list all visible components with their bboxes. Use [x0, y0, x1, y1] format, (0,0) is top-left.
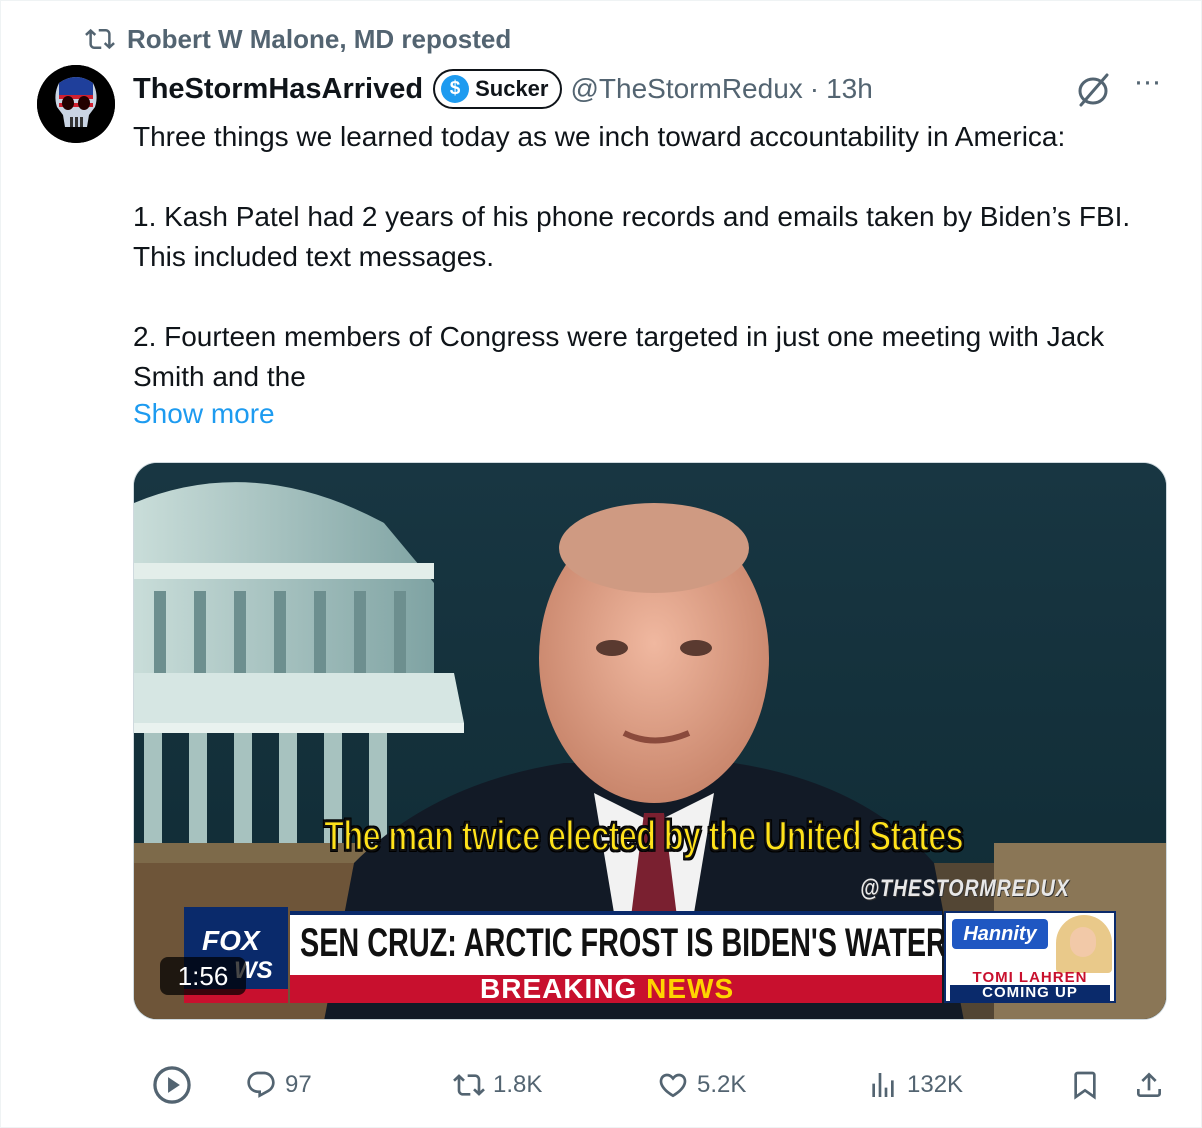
tweet-card[interactable]: Robert W Malone, MD reposted TheStormHas…: [0, 0, 1202, 1128]
play-icon: [153, 1066, 191, 1104]
dollar-icon: $: [441, 75, 470, 103]
reply-count: 97: [285, 1071, 312, 1098]
breaking-news-bar: BREAKING NEWS: [290, 975, 942, 1003]
like-button[interactable]: 5.2K: [657, 1061, 746, 1109]
video-player[interactable]: The man twice elected by the United Stat…: [133, 462, 1167, 1020]
headline-box: SEN CRUZ: ARCTIC FROST IS BIDEN'S WATERG…: [290, 911, 1025, 975]
views-button[interactable]: 132K: [867, 1061, 963, 1109]
skull-flag-avatar: [37, 65, 115, 143]
repost-icon: [85, 28, 115, 50]
repost-count: 1.8K: [493, 1071, 543, 1098]
show-logo: Hannity: [952, 919, 1048, 949]
repost-label: Robert W Malone, MD reposted: [127, 23, 512, 54]
video-duration: 1:56: [160, 957, 246, 995]
action-bar: 97 1.8K 5.2K 132K: [1, 1061, 1202, 1109]
heart-icon: [659, 1073, 687, 1098]
reply-button[interactable]: 97: [245, 1061, 312, 1109]
news-word: NEWS: [646, 973, 735, 1004]
bookmark-icon: [1074, 1071, 1096, 1100]
avatar[interactable]: [37, 65, 115, 143]
repost-context[interactable]: Robert W Malone, MD reposted: [85, 23, 511, 55]
tweet-paragraph-2: 1. Kash Patel had 2 years of his phone r…: [133, 201, 1138, 272]
news-chyron: FOX WS SEN CRUZ: ARCTIC FROST IS BIDEN'S…: [184, 907, 1116, 1007]
timestamp[interactable]: 13h: [826, 73, 873, 105]
share-icon: [1137, 1072, 1161, 1097]
author-handle[interactable]: @TheStormRedux: [570, 73, 802, 105]
show-more-link[interactable]: Show more: [133, 398, 275, 430]
tweet-paragraph-1: Three things we learned today as we inch…: [133, 121, 1066, 152]
tweet-text: Three things we learned today as we inch…: [133, 117, 1183, 397]
logo-top-text: FOX: [202, 925, 260, 956]
video-caption: The man twice elected by the United Stat…: [323, 811, 964, 860]
video-watermark: @THESTORMREDUX: [860, 875, 1070, 902]
tweet-header: TheStormHasArrived $ Sucker @TheStormRed…: [133, 67, 873, 111]
grok-icon[interactable]: [1073, 69, 1113, 109]
tweet-paragraph-3: 2. Fourteen members of Congress were tar…: [133, 321, 1112, 392]
separator: ·: [809, 73, 820, 104]
subscription-badge[interactable]: $ Sucker: [433, 69, 563, 109]
breaking-word: BREAKING: [480, 973, 638, 1004]
badge-label: Sucker: [475, 76, 549, 101]
repost-action-icon: [453, 1074, 485, 1096]
breaking-news-text: BREAKING NEWS: [480, 975, 734, 1003]
more-options-icon[interactable]: ···: [1129, 67, 1165, 107]
chyron-headline: SEN CRUZ: ARCTIC FROST IS BIDEN'S WATERG…: [300, 921, 1025, 965]
analytics-icon: [872, 1073, 894, 1097]
bookmark-button[interactable]: [1069, 1061, 1101, 1109]
author-name[interactable]: TheStormHasArrived: [133, 73, 423, 106]
play-button[interactable]: [151, 1061, 193, 1109]
coming-up-box: Hannity TOMI LAHREN COMING UP: [944, 911, 1116, 1003]
repost-button[interactable]: 1.8K: [453, 1061, 542, 1109]
like-count: 5.2K: [697, 1071, 747, 1098]
reply-icon: [247, 1071, 275, 1098]
view-count: 132K: [907, 1071, 964, 1098]
guest-photo: [1056, 915, 1112, 973]
coming-up-label: COMING UP: [950, 985, 1110, 1001]
share-button[interactable]: [1133, 1061, 1165, 1109]
